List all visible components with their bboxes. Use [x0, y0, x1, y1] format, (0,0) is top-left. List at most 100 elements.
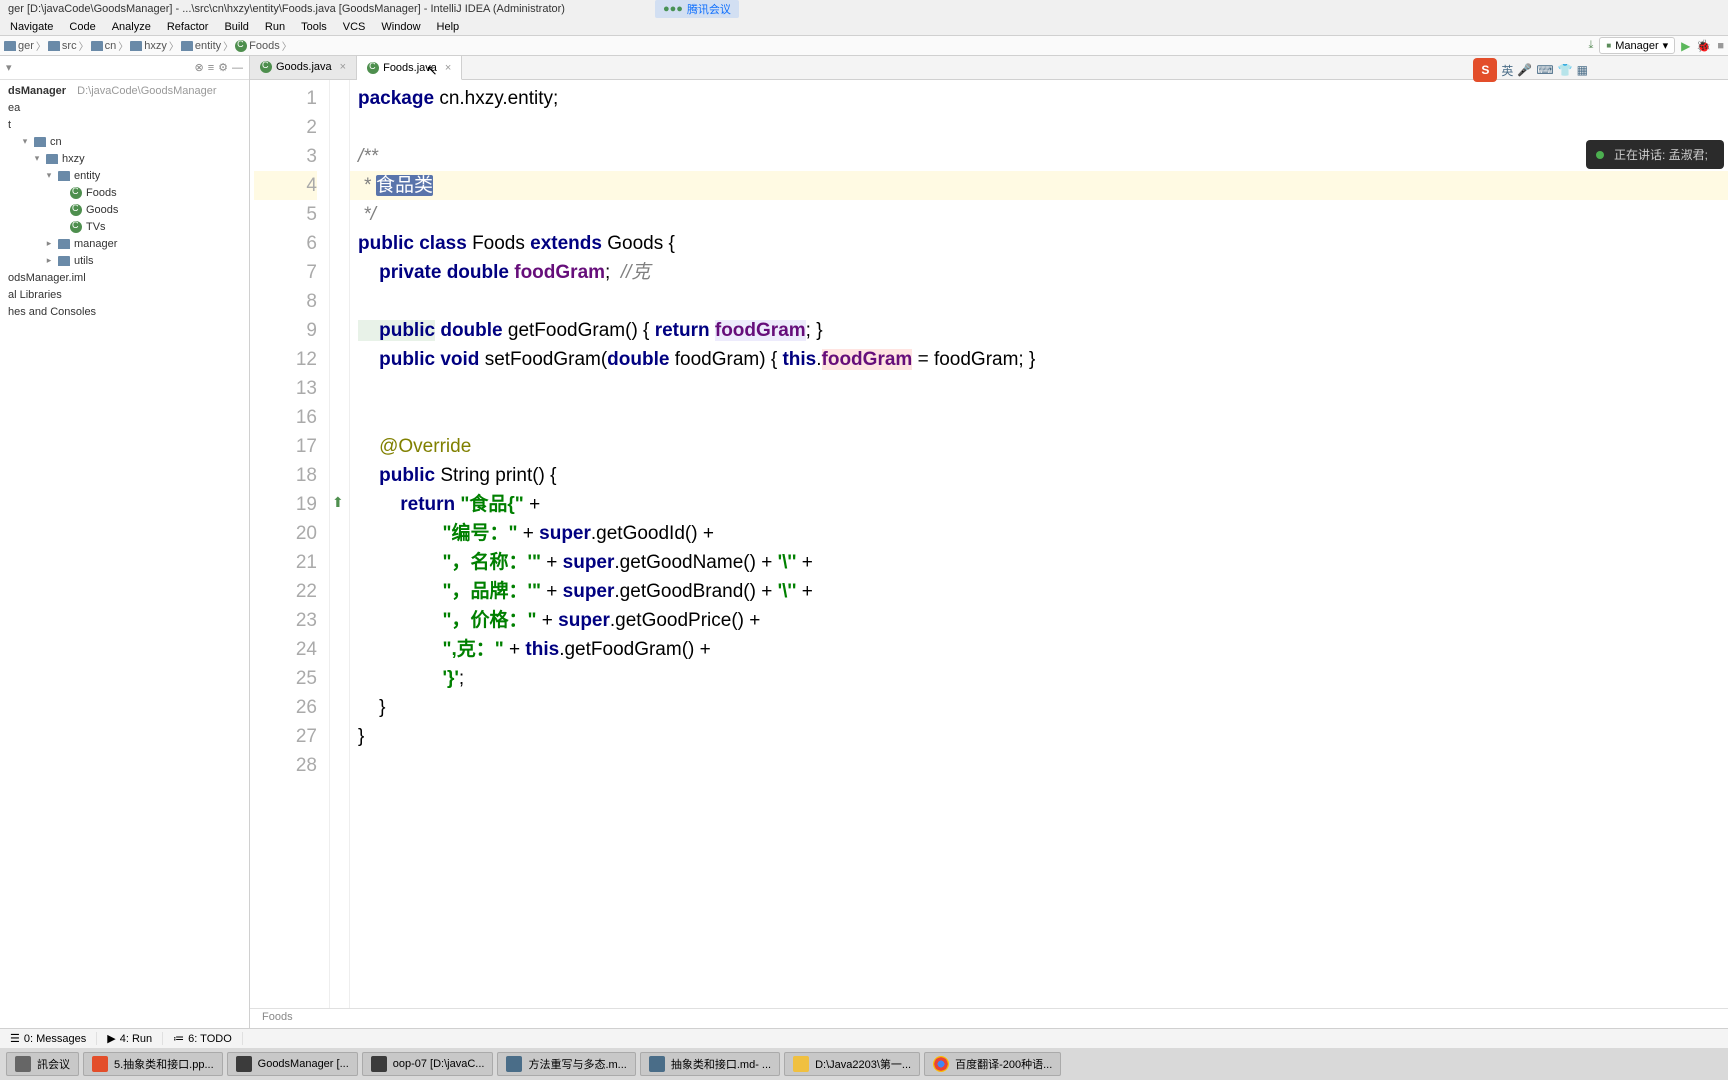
collapse-icon[interactable]: ≡ — [208, 62, 214, 74]
menu-run[interactable]: Run — [259, 19, 291, 35]
crumb-project[interactable]: ger — [4, 40, 34, 52]
editor-area: Goods.java × Foods.java × 12345678912131… — [250, 56, 1728, 1028]
code-editor[interactable]: 123456789121316171819202122232425262728 … — [250, 80, 1728, 1008]
app-icon — [92, 1056, 108, 1072]
gear-icon[interactable]: ⚙ — [218, 61, 228, 74]
run-icon[interactable]: ▶ — [1681, 39, 1690, 53]
menu-help[interactable]: Help — [431, 19, 466, 35]
task-typora2[interactable]: 抽象类和接口.md- ... — [640, 1052, 780, 1076]
tree-libs[interactable]: al Libraries — [4, 286, 245, 303]
todo-icon: ≔ — [173, 1032, 184, 1045]
ime-lang[interactable]: 英 — [1501, 62, 1513, 79]
tree-idea[interactable]: ea — [4, 99, 245, 116]
crumb-foods[interactable]: Foods — [235, 40, 280, 52]
run-config-select[interactable]: ■ Manager ▾ — [1599, 37, 1675, 54]
mic-icon — [1596, 151, 1604, 159]
crumb-hxzy[interactable]: hxzy — [130, 40, 167, 52]
app-icon — [506, 1056, 522, 1072]
ime-voice-icon[interactable]: 🎤 — [1517, 63, 1532, 77]
tree-tvs[interactable]: TVs — [4, 218, 245, 235]
build-icon[interactable]: ⤓ — [1588, 39, 1593, 52]
tree-entity[interactable]: ▾entity — [4, 167, 245, 184]
task-ij1[interactable]: GoodsManager [... — [227, 1052, 358, 1076]
tool-todo[interactable]: ≔6: TODO — [163, 1032, 243, 1045]
task-explorer[interactable]: D:\Java2203\第一... — [784, 1052, 920, 1076]
navigation-toolbar: ger〉 src〉 cn〉 hxzy〉 entity〉 Foods〉 ⤓ ■ M… — [0, 36, 1728, 56]
close-icon[interactable]: × — [340, 61, 346, 73]
tree-manager[interactable]: ▸manager — [4, 235, 245, 252]
tool-run[interactable]: ▶4: Run — [97, 1032, 163, 1045]
tree-cn[interactable]: ▾cn — [4, 133, 245, 150]
override-icon[interactable]: ⬆ — [332, 488, 344, 517]
crumb-entity[interactable]: entity — [181, 40, 221, 52]
project-tree[interactable]: dsManager D:\javaCode\GoodsManager ea t … — [0, 80, 249, 322]
tree-iml[interactable]: odsManager.iml — [4, 269, 245, 286]
bottom-toolwindow-bar: ☰0: Messages ▶4: Run ≔6: TODO — [0, 1028, 1728, 1048]
ime-toolbar[interactable]: S 英 🎤 ⌨ 👕 ▦ — [1473, 58, 1588, 82]
ime-tool-icon[interactable]: ▦ — [1577, 63, 1588, 77]
class-icon — [235, 40, 247, 52]
stop-icon[interactable]: ■ — [1717, 40, 1724, 52]
tab-label: Goods.java — [276, 61, 332, 73]
folder-icon — [181, 41, 193, 51]
code-body[interactable]: package cn.hxzy.entity; /** * 食品类 */ pub… — [350, 80, 1728, 1008]
ime-skin-icon[interactable]: 👕 — [1558, 63, 1573, 77]
class-icon — [70, 221, 82, 233]
app-icon — [649, 1056, 665, 1072]
menu-vcs[interactable]: VCS — [337, 19, 372, 35]
project-panel-header: ▾ ⊗ ≡ ⚙ — — [0, 56, 249, 80]
task-typora1[interactable]: 方法重写与多态.m... — [497, 1052, 635, 1076]
folder-icon — [58, 256, 70, 266]
close-icon[interactable]: × — [445, 62, 451, 74]
tree-foods[interactable]: Foods — [4, 184, 245, 201]
menu-navigate[interactable]: Navigate — [4, 19, 59, 35]
class-icon — [70, 204, 82, 216]
target-icon[interactable]: ⊗ — [194, 61, 203, 74]
menu-tools[interactable]: Tools — [295, 19, 333, 35]
editor-breadcrumb[interactable]: Foods — [250, 1008, 1728, 1028]
task-wps[interactable]: 5.抽象类和接口.pp... — [83, 1052, 223, 1076]
breadcrumbs: ger〉 src〉 cn〉 hxzy〉 entity〉 Foods〉 — [4, 38, 1588, 53]
sogou-icon[interactable]: S — [1473, 58, 1497, 82]
folder-icon — [58, 171, 70, 181]
app-icon — [371, 1056, 387, 1072]
gutter-markers: ⬆ — [330, 80, 350, 1008]
tool-messages[interactable]: ☰0: Messages — [0, 1032, 97, 1045]
task-ij2[interactable]: oop-07 [D:\javaC... — [362, 1052, 494, 1076]
meeting-badge: ●●● 腾讯会议 — [655, 0, 739, 18]
toolbar-right: ⤓ ■ Manager ▾ ▶ 🐞 ■ — [1588, 37, 1724, 54]
debug-icon[interactable]: 🐞 — [1696, 39, 1711, 53]
menu-refactor[interactable]: Refactor — [161, 19, 215, 35]
main-area: ▾ ⊗ ≡ ⚙ — dsManager D:\javaCode\GoodsMan… — [0, 56, 1728, 1028]
app-icon — [236, 1056, 252, 1072]
menu-analyze[interactable]: Analyze — [106, 19, 157, 35]
hide-icon[interactable]: — — [232, 62, 243, 74]
title-bar: ger [D:\javaCode\GoodsManager] - ...\src… — [0, 0, 1728, 18]
tree-goods[interactable]: Goods — [4, 201, 245, 218]
run-icon: ▶ — [107, 1032, 115, 1045]
crumb-src[interactable]: src — [48, 40, 77, 52]
tree-t[interactable]: t — [4, 116, 245, 133]
class-icon — [260, 61, 272, 73]
meeting-speaker-toast: 正在讲话: 孟淑君; — [1586, 140, 1724, 169]
messages-icon: ☰ — [10, 1032, 20, 1045]
task-meeting[interactable]: 訊会议 — [6, 1052, 79, 1076]
tab-foods[interactable]: Foods.java × — [357, 56, 462, 80]
folder-icon — [46, 154, 58, 164]
tree-scratches[interactable]: hes and Consoles — [4, 303, 245, 320]
menu-window[interactable]: Window — [375, 19, 426, 35]
task-chrome[interactable]: 百度翻译-200种语... — [924, 1052, 1061, 1076]
tree-utils[interactable]: ▸utils — [4, 252, 245, 269]
crumb-cn[interactable]: cn — [91, 40, 117, 52]
line-gutter: 123456789121316171819202122232425262728 — [250, 80, 330, 1008]
windows-taskbar: 訊会议 5.抽象类和接口.pp... GoodsManager [... oop… — [0, 1048, 1728, 1080]
ime-keyboard-icon[interactable]: ⌨ — [1536, 63, 1553, 77]
tree-hxzy[interactable]: ▾hxzy — [4, 150, 245, 167]
run-config-label: Manager — [1615, 40, 1658, 52]
menu-build[interactable]: Build — [218, 19, 254, 35]
speaker-label: 正在讲话: 孟淑君; — [1614, 146, 1708, 163]
tab-goods[interactable]: Goods.java × — [250, 55, 357, 79]
menu-code[interactable]: Code — [63, 19, 101, 35]
tree-project-root[interactable]: dsManager D:\javaCode\GoodsManager — [4, 82, 245, 99]
panel-select-icon[interactable]: ▾ — [6, 61, 12, 74]
